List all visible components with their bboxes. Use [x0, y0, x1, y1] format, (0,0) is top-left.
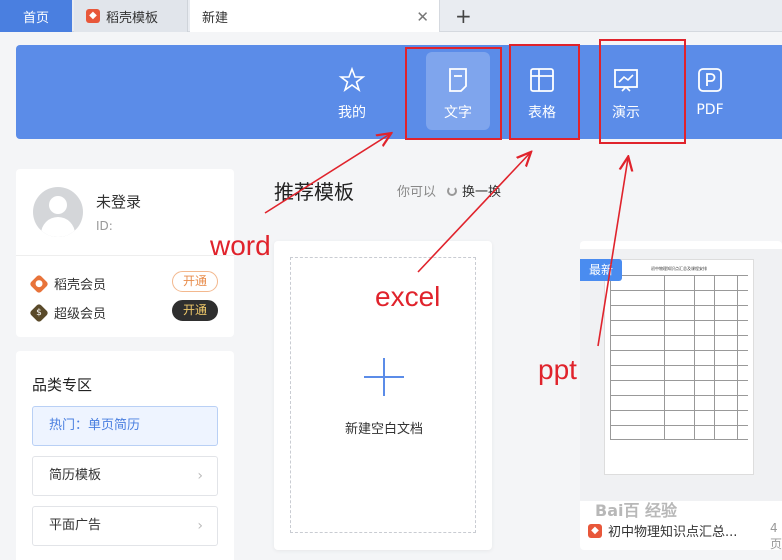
member-label: 稻壳会员 — [54, 278, 107, 293]
watermark: Bai百 经验 — [595, 501, 678, 520]
annotation-box-sheet — [509, 44, 580, 140]
new-badge: 最新 — [580, 259, 622, 281]
login-status[interactable]: 未登录 — [96, 191, 141, 212]
tab-home[interactable]: 首页 — [0, 0, 72, 32]
star-icon — [338, 66, 366, 93]
category-item-label: 平面广告 — [49, 518, 102, 533]
blank-document-label: 新建空白文档 — [344, 422, 423, 437]
daoke-member-row: ● 稻壳会员 — [29, 273, 107, 294]
template-page-count: 4页 — [770, 521, 782, 551]
annotation-word: word — [210, 230, 271, 261]
daoke-logo-icon: ◆ — [588, 523, 602, 538]
tab-daoke-label: 稻壳模板 — [106, 10, 159, 26]
tab-new-label: 新建 — [202, 10, 229, 26]
close-icon[interactable]: ✕ — [416, 8, 429, 26]
profile-card: 未登录 ID: ● 稻壳会员 开通 $ 超级会员 开通 — [16, 169, 234, 337]
annotation-ppt: ppt — [538, 354, 577, 385]
swap-label: 换一换 — [462, 185, 502, 200]
recommend-hint: 你可以 — [397, 185, 437, 200]
divider — [16, 255, 234, 256]
tab-bar: 首页 ◆ 稻壳模板 新建 ✕ + — [0, 0, 782, 32]
refresh-icon — [447, 185, 457, 196]
member-label: 超级会员 — [54, 307, 107, 322]
category-item-label: 简历模板 — [49, 468, 102, 483]
avatar[interactable] — [33, 187, 83, 237]
user-id: ID: — [96, 219, 113, 233]
toolbar-item-pdf[interactable]: PDF — [678, 52, 742, 130]
toolbar-item-label: PDF — [696, 102, 724, 118]
category-item-label: 热门：单页简历 — [49, 418, 141, 433]
daoke-member-icon: ● — [29, 273, 49, 294]
annotation-box-presentation — [599, 39, 686, 144]
super-member-row: $ 超级会员 — [29, 302, 107, 323]
category-item-print-ad[interactable]: 平面广告 › — [32, 506, 218, 546]
template-preview[interactable]: 初中物理知识点汇总及课程安排 — [580, 249, 782, 501]
super-member-icon: $ — [29, 302, 49, 323]
annotation-excel: excel — [375, 281, 441, 312]
chevron-right-icon: › — [197, 518, 203, 534]
plus-icon[interactable]: + — [455, 4, 472, 28]
category-title: 品类专区 — [32, 376, 93, 394]
template-thumbnail: 初中物理知识点汇总及课程安排 — [604, 259, 754, 475]
template-name-row: ◆ 初中物理知识点汇总... — [588, 521, 737, 540]
toolbar-item-label: 我的 — [338, 105, 366, 121]
template-name: 初中物理知识点汇总... — [608, 525, 738, 540]
template-doc-title: 初中物理知识点汇总及课程安排 — [651, 266, 707, 271]
toolbar-item-mine[interactable]: 我的 — [320, 52, 384, 130]
category-item-resume[interactable]: 简历模板 › — [32, 456, 218, 496]
pdf-icon — [698, 68, 722, 92]
annotation-box-text — [405, 47, 502, 140]
super-member-open-button[interactable]: 开通 — [172, 300, 218, 321]
recommend-title: 推荐模板 — [274, 180, 354, 204]
chevron-right-icon: › — [197, 468, 203, 484]
category-item-hot-resume[interactable]: 热门：单页简历 — [32, 406, 218, 446]
daoke-member-open-button[interactable]: 开通 — [172, 271, 218, 292]
tab-new[interactable]: 新建 ✕ — [190, 0, 440, 32]
daoke-logo-icon: ◆ — [86, 9, 100, 23]
tab-daoke-template[interactable]: ◆ 稻壳模板 — [74, 0, 188, 32]
category-card: 品类专区 热门：单页简历 简历模板 › 平面广告 › — [16, 351, 234, 560]
swap-button[interactable]: 换一换 — [447, 181, 501, 200]
